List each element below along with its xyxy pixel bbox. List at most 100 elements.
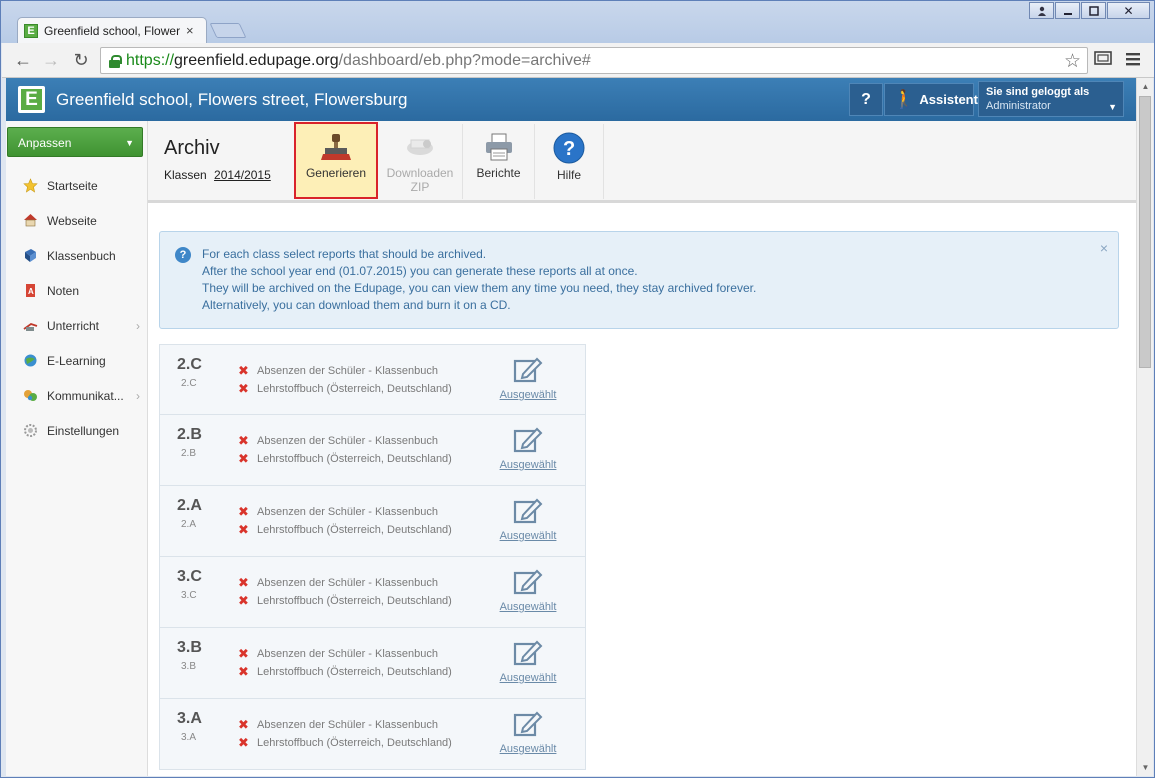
logged-in-label: Sie sind geloggt als [986,86,1090,98]
sidebar-item-einstellungen[interactable]: Einstellungen [6,413,148,448]
lock-icon [109,54,122,68]
class-name: 3.C [177,568,202,585]
sidebar-nav: Startseite Webseite Klassenbuch A Noten … [6,168,148,448]
school-name[interactable]: Greenfield school, Flowers street, Flowe… [56,90,407,110]
cross-icon: ✖ [238,363,249,378]
edit-icon [513,357,543,383]
assistant-button[interactable]: 🚶 Assistent [884,83,978,116]
class-row: 3.C 3.C ✖ Absenzen der Schüler - Klassenb… [159,557,586,628]
selected-label: Ausgewählt [499,601,557,613]
select-reports-button[interactable]: Ausgewählt [498,496,558,542]
cast-screen-icon[interactable] [1094,50,1112,71]
page-title: Archiv [164,137,220,159]
help-button[interactable]: ? [849,83,883,116]
cross-icon: ✖ [238,504,249,519]
report-lehrstoffbuch: ✖ Lehrstoffbuch (Österreich, Deutschland) [238,735,452,750]
book-icon [22,247,39,264]
user-menu[interactable]: Sie sind geloggt als Administrator ▼ [978,81,1124,117]
close-icon[interactable]: × [1100,240,1108,257]
select-reports-button[interactable]: Ausgewählt [498,425,558,471]
edit-icon [513,640,543,666]
generate-button[interactable]: Generieren [294,122,378,199]
cross-icon: ✖ [238,664,249,679]
forward-arrow-icon[interactable]: → [40,50,62,72]
customize-button[interactable]: Anpassen ▼ [7,127,143,157]
reports-button[interactable]: Berichte [462,124,534,199]
reload-icon[interactable]: ↻ [70,50,92,72]
school-year-link[interactable]: 2014/2015 [214,168,271,182]
class-subname: 3.A [181,732,197,743]
help-page-button[interactable]: ? Hilfe [534,124,604,199]
scrollbar-thumb[interactable] [1139,96,1151,368]
info-line: After the school year end (01.07.2015) y… [202,264,638,278]
class-name: 3.A [177,710,202,727]
customize-label: Anpassen [18,136,72,150]
close-window-button[interactable]: ✕ [1107,2,1150,19]
browser-tab[interactable]: E Greenfield school, Flowers × [17,17,207,43]
reports-label: Berichte [476,166,521,180]
sidebar-item-label: Klassenbuch [47,248,116,263]
help-label: Hilfe [556,168,581,182]
minimize-button[interactable] [1055,2,1080,19]
bookmark-star-icon[interactable]: ☆ [1064,50,1081,73]
menu-icon[interactable] [1126,50,1140,71]
selected-label: Ausgewählt [499,459,557,471]
select-reports-button[interactable]: Ausgewählt [498,638,558,684]
edit-icon [513,498,543,524]
selected-label: Ausgewählt [499,672,557,684]
maximize-button[interactable] [1081,2,1106,19]
sidebar-item-klassenbuch[interactable]: Klassenbuch [6,238,148,273]
new-tab-button[interactable] [209,23,247,38]
select-reports-button[interactable]: Ausgewählt [498,567,558,613]
klassen-row: Klassen 2014/2015 [164,168,271,182]
info-box: ? For each class select reports that sho… [159,231,1119,329]
selected-label: Ausgewählt [499,389,557,401]
class-row: 2.B 2.B ✖ Absenzen der Schüler - Klassenb… [159,415,586,486]
select-reports-button[interactable]: Ausgewählt [498,709,558,755]
selected-label: Ausgewählt [499,530,557,542]
user-profile-icon[interactable] [1029,2,1054,19]
edit-icon [513,711,543,737]
cross-icon: ✖ [238,735,249,750]
edupage-logo-icon[interactable]: E [18,86,45,113]
sidebar-item-e-learning[interactable]: E-Learning [6,343,148,378]
vertical-scrollbar[interactable]: ▲ ▼ [1136,78,1153,776]
scroll-up-icon[interactable]: ▲ [1137,78,1154,95]
cross-icon: ✖ [238,646,249,661]
address-bar[interactable]: https://greenfield.edupage.org/dashboard… [100,47,1088,74]
sidebar-item-label: Webseite [47,213,97,228]
sidebar-item-kommunikation[interactable]: Kommunikat... › [6,378,148,413]
download-zip-button[interactable]: Downloaden ZIP [378,124,462,199]
cross-icon: ✖ [238,433,249,448]
sidebar-item-label: Kommunikat... [47,388,124,403]
sidebar-item-noten[interactable]: A Noten [6,273,148,308]
report-lehrstoffbuch: ✖ Lehrstoffbuch (Österreich, Deutschland) [238,381,452,396]
tab-close-icon[interactable]: × [186,23,194,38]
report-absences: ✖ Absenzen der Schüler - Klassenbuch [238,433,438,448]
assistant-label: Assistent [919,92,978,107]
sidebar-item-label: Unterricht [47,318,100,333]
stamp-icon [321,134,351,160]
app-header: E Greenfield school, Flowers street, Flo… [6,78,1136,121]
select-reports-button[interactable]: Ausgewählt [498,355,558,401]
lesson-icon [22,317,39,334]
url-path: /dashboard/eb.php?mode=archive# [338,51,591,69]
cross-icon: ✖ [238,381,249,396]
report-absences: ✖ Absenzen der Schüler - Klassenbuch [238,504,438,519]
sidebar-item-startseite[interactable]: Startseite [6,168,148,203]
edit-icon [513,427,543,453]
back-arrow-icon[interactable]: ← [12,50,34,72]
class-subname: 2.A [181,519,197,530]
sidebar-item-webseite[interactable]: Webseite [6,203,148,238]
scroll-down-icon[interactable]: ▼ [1137,759,1154,776]
info-line: They will be archived on the Edupage, yo… [202,281,757,295]
info-icon: ? [175,247,191,263]
tab-title: Greenfield school, Flowers [44,23,180,38]
sidebar-item-label: Startseite [47,178,98,193]
report-lehrstoffbuch: ✖ Lehrstoffbuch (Österreich, Deutschland) [238,522,452,537]
house-icon [22,212,39,229]
page-toolbar: Archiv Klassen 2014/2015 Generieren Down… [148,121,1136,203]
sidebar-item-unterricht[interactable]: Unterricht › [6,308,148,343]
title-bar: E Greenfield school, Flowers × ✕ [1,1,1154,43]
chevron-down-icon: ▼ [1108,102,1117,112]
